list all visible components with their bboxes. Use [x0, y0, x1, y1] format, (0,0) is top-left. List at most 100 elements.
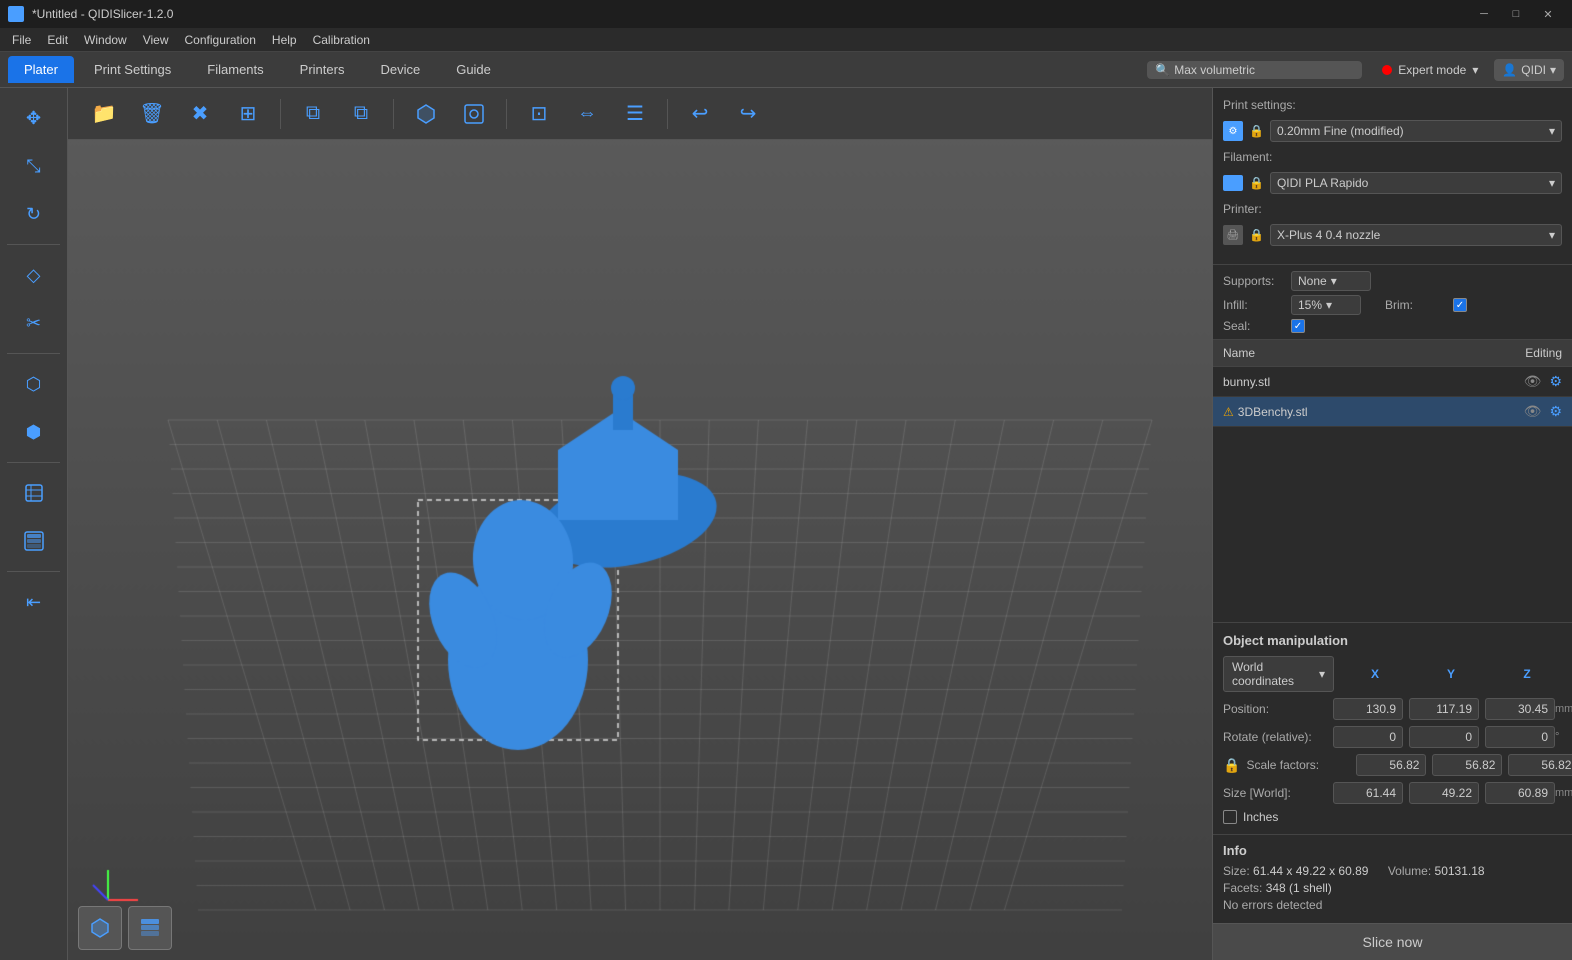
- scale-x-input[interactable]: [1356, 754, 1426, 776]
- undo-button[interactable]: ↩: [680, 94, 720, 134]
- mirror-button[interactable]: ⇔: [567, 94, 607, 134]
- copy-button[interactable]: ⧉: [293, 94, 333, 134]
- 3d-view-icon[interactable]: [78, 906, 122, 950]
- settings-icon-bunny[interactable]: ⚙: [1549, 373, 1562, 390]
- user-chevron-icon: ▾: [1550, 63, 1556, 77]
- printer-value: X-Plus 4 0.4 nozzle: [1277, 228, 1380, 242]
- profile-select[interactable]: 0.20mm Fine (modified) ▾: [1270, 120, 1562, 142]
- menu-item-configuration[interactable]: Configuration: [177, 31, 264, 49]
- close-button[interactable]: ✕: [1532, 0, 1564, 28]
- maximize-button[interactable]: □: [1500, 0, 1532, 28]
- tab-filaments[interactable]: Filaments: [191, 56, 279, 83]
- layer-view-icon[interactable]: [128, 906, 172, 950]
- position-y-input[interactable]: [1409, 698, 1479, 720]
- open-button[interactable]: 📁: [84, 94, 124, 134]
- rotate-y-input[interactable]: [1409, 726, 1479, 748]
- menu-item-help[interactable]: Help: [264, 31, 305, 49]
- menu-item-window[interactable]: Window: [76, 31, 135, 49]
- object-list: Name Editing bunny.stl 👁 ⚙ ⚠ 3DBenchy.st…: [1213, 340, 1572, 622]
- printer-select[interactable]: X-Plus 4 0.4 nozzle ▾: [1270, 224, 1562, 246]
- support-tool[interactable]: ⬢: [12, 410, 56, 454]
- arrange-tool[interactable]: ⇤: [12, 580, 56, 624]
- object-row-benchy[interactable]: ⚠ 3DBenchy.stl 👁 ⚙: [1213, 397, 1572, 427]
- infill-select[interactable]: 15% ▾: [1291, 295, 1361, 315]
- rotate-tool[interactable]: ↻: [12, 192, 56, 236]
- info-title: Info: [1223, 843, 1562, 858]
- place-face-tool[interactable]: ◇: [12, 253, 56, 297]
- tab-device[interactable]: Device: [364, 56, 436, 83]
- tab-printers[interactable]: Printers: [284, 56, 361, 83]
- position-z-input[interactable]: [1485, 698, 1555, 720]
- size-y-input[interactable]: [1409, 782, 1479, 804]
- x-axis-label: X: [1340, 667, 1410, 681]
- profile-row: ⚙ 🔒 0.20mm Fine (modified) ▾: [1223, 120, 1562, 142]
- visibility-icon-bunny[interactable]: 👁: [1524, 373, 1542, 390]
- arrange-button[interactable]: ☰: [615, 94, 655, 134]
- scale-z-input[interactable]: [1508, 754, 1572, 776]
- scale-inputs: [1356, 754, 1572, 776]
- inches-checkbox[interactable]: [1223, 810, 1237, 824]
- filament-lock-icon: 🔒: [1249, 176, 1264, 190]
- view-3d-tool[interactable]: [12, 471, 56, 515]
- expert-mode-label: Expert mode: [1398, 63, 1466, 77]
- scale-lock-icon[interactable]: 🔒: [1223, 757, 1240, 774]
- position-x-input[interactable]: [1333, 698, 1403, 720]
- position-unit: mm: [1555, 703, 1572, 715]
- viewport[interactable]: [68, 140, 1212, 960]
- expert-mode-button[interactable]: Expert mode ▾: [1382, 63, 1478, 77]
- position-row: Position: mm: [1223, 698, 1562, 720]
- expert-chevron-icon: ▾: [1472, 63, 1478, 77]
- info-errors-value: No errors detected: [1223, 898, 1322, 912]
- menu-item-file[interactable]: File: [4, 31, 39, 49]
- view-mode-icons: [78, 906, 172, 950]
- infill-brim-row: Infill: 15% ▾ Brim: ✓: [1223, 295, 1562, 315]
- delete-button[interactable]: 🗑: [132, 94, 172, 134]
- visibility-icon-benchy[interactable]: 👁: [1524, 403, 1542, 420]
- info-errors-row: No errors detected: [1223, 898, 1562, 912]
- warning-icon-benchy: ⚠: [1223, 405, 1234, 419]
- cancel-button[interactable]: ✖: [180, 94, 220, 134]
- filament-select-row: 🔒 QIDI PLA Rapido ▾: [1223, 172, 1562, 194]
- menu-item-calibration[interactable]: Calibration: [305, 31, 378, 49]
- user-button[interactable]: 👤 QIDI ▾: [1494, 59, 1564, 81]
- object-name-benchy: 3DBenchy.stl: [1238, 405, 1524, 419]
- view-layer-tool[interactable]: [12, 519, 56, 563]
- app-icon: [8, 6, 24, 22]
- search-input[interactable]: [1174, 63, 1354, 77]
- seal-checkbox[interactable]: ✓: [1291, 319, 1305, 333]
- menubar: FileEditWindowViewConfigurationHelpCalib…: [0, 28, 1572, 52]
- tab-plater[interactable]: Plater: [8, 56, 74, 83]
- redo-button[interactable]: ↪: [728, 94, 768, 134]
- view-button[interactable]: [454, 94, 494, 134]
- tab-print-settings[interactable]: Print Settings: [78, 56, 187, 83]
- fit-plate-button[interactable]: ⊡: [519, 94, 559, 134]
- cut-tool[interactable]: ✂: [12, 301, 56, 345]
- scale-tool[interactable]: ⤡: [12, 144, 56, 188]
- position-inputs: [1333, 698, 1555, 720]
- slice-button[interactable]: Slice now: [1213, 923, 1572, 960]
- paste-button[interactable]: ⧉: [341, 94, 381, 134]
- menu-item-view[interactable]: View: [135, 31, 177, 49]
- rotate-x-input[interactable]: [1333, 726, 1403, 748]
- add-primitive-button[interactable]: [406, 94, 446, 134]
- paint-tool[interactable]: ⬡: [12, 362, 56, 406]
- seal-label: Seal:: [1223, 319, 1283, 333]
- print-settings-row: Print settings:: [1223, 98, 1562, 112]
- scale-y-input[interactable]: [1432, 754, 1502, 776]
- filament-select[interactable]: QIDI PLA Rapido ▾: [1270, 172, 1562, 194]
- tab-guide[interactable]: Guide: [440, 56, 507, 83]
- supports-select[interactable]: None ▾: [1291, 271, 1371, 291]
- settings-icon-benchy[interactable]: ⚙: [1549, 403, 1562, 420]
- info-volume-value: 50131.18: [1435, 864, 1485, 878]
- brim-checkbox[interactable]: ✓: [1453, 298, 1467, 312]
- move-tool[interactable]: ✥: [12, 96, 56, 140]
- size-z-input[interactable]: [1485, 782, 1555, 804]
- grid-button[interactable]: ⊞: [228, 94, 268, 134]
- size-x-input[interactable]: [1333, 782, 1403, 804]
- coord-system-select[interactable]: World coordinates ▾: [1223, 656, 1334, 692]
- menu-item-edit[interactable]: Edit: [39, 31, 76, 49]
- coord-system-value: World coordinates: [1232, 660, 1315, 688]
- object-row-bunny[interactable]: bunny.stl 👁 ⚙: [1213, 367, 1572, 397]
- rotate-z-input[interactable]: [1485, 726, 1555, 748]
- minimize-button[interactable]: ─: [1468, 0, 1500, 28]
